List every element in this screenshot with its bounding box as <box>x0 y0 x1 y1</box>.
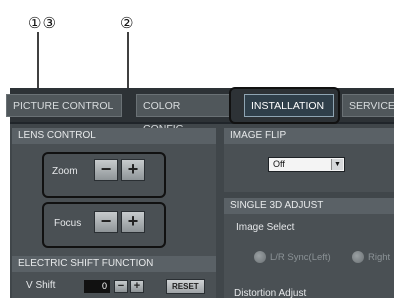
distortion-adjust-label: Distortion Adjust <box>234 288 307 299</box>
radio-lr-sync-left[interactable] <box>254 251 266 263</box>
focus-label: Focus <box>54 218 82 229</box>
zoom-label: Zoom <box>52 166 78 177</box>
tab-picture-control[interactable]: PICTURE CONTROL <box>6 94 122 117</box>
zoom-minus-button[interactable]: − <box>94 159 118 181</box>
single-3d-adjust-section: SINGLE 3D ADJUST Image Select L/R Sync(L… <box>224 198 394 299</box>
vshift-plus-button[interactable]: + <box>130 280 144 293</box>
vshift-reset-button[interactable]: RESET <box>166 279 205 294</box>
radio-right-label: Right <box>368 252 391 263</box>
tab-installation[interactable]: INSTALLATION <box>244 94 334 117</box>
radio-right[interactable] <box>352 251 364 263</box>
focus-plus-button[interactable]: + <box>121 211 145 233</box>
vshift-label: V Shift <box>26 280 56 291</box>
image-flip-title: IMAGE FLIP <box>224 128 394 144</box>
vshift-minus-button[interactable]: − <box>114 280 128 293</box>
lens-control-title: LENS CONTROL <box>12 128 216 144</box>
electric-shift-title: ELECTRIC SHIFT FUNCTION <box>12 256 216 272</box>
image-flip-section: IMAGE FLIP Off ▼ <box>224 128 394 192</box>
image-flip-value: Off <box>273 159 285 169</box>
projector-settings-panel: PICTURE CONTROL COLOR CONFIG INSTALLATIO… <box>6 88 394 299</box>
focus-minus-button[interactable]: − <box>94 211 118 233</box>
lens-control-section: LENS CONTROL Zoom − + Focus − + ELECTRIC… <box>12 128 216 298</box>
zoom-plus-button[interactable]: + <box>121 159 145 181</box>
image-select-label: Image Select <box>236 222 295 233</box>
single-3d-adjust-title: SINGLE 3D ADJUST <box>224 198 394 214</box>
tab-color-config[interactable]: COLOR CONFIG <box>136 94 230 135</box>
vshift-value-field[interactable]: 0 <box>84 280 110 293</box>
tab-service[interactable]: SERVICE <box>342 94 394 117</box>
chevron-down-icon[interactable]: ▼ <box>331 159 343 170</box>
image-flip-select[interactable]: Off ▼ <box>268 157 345 172</box>
tab-bar: PICTURE CONTROL COLOR CONFIG INSTALLATIO… <box>6 88 394 135</box>
radio-lr-sync-left-label: L/R Sync(Left) <box>270 252 331 263</box>
